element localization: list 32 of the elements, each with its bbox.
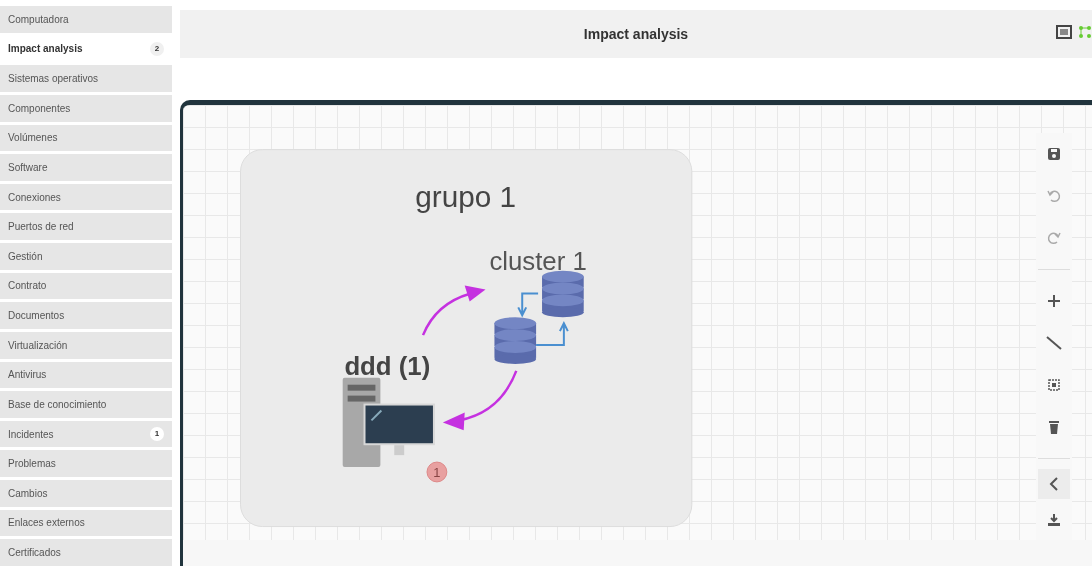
- database-icon[interactable]: [542, 270, 584, 318]
- cluster-label: cluster 1: [489, 246, 587, 275]
- count-badge: 2: [150, 41, 164, 56]
- sidebar-item[interactable]: Problemas: [0, 450, 172, 477]
- sidebar-item[interactable]: Documentos: [0, 302, 172, 329]
- group-container[interactable]: [240, 149, 693, 528]
- table-icon[interactable]: [1056, 24, 1072, 40]
- page-title: Impact analysis: [582, 24, 690, 44]
- sidebar-item[interactable]: Software: [0, 154, 172, 181]
- sidebar-item[interactable]: Contrato: [0, 272, 172, 300]
- sidebar-item[interactable]: Puertos de red: [0, 213, 172, 240]
- sidebar-item[interactable]: Volúmenes: [0, 124, 172, 152]
- group-label: grupo 1: [415, 180, 517, 214]
- sidebar-item[interactable]: Conexiones: [0, 183, 172, 211]
- sidebar-item[interactable]: Base de conocimiento: [0, 391, 172, 418]
- sidebar-item[interactable]: Antivirus: [0, 361, 172, 389]
- node-label: ddd (1): [344, 351, 431, 380]
- dependency-arrow: [421, 285, 486, 336]
- sidebar-item[interactable]: Sistemas operativos: [0, 65, 172, 92]
- sidebar-item[interactable]: Certificados: [0, 539, 172, 566]
- sidebar-item[interactable]: Incidentes 1: [0, 420, 172, 448]
- sidebar-item[interactable]: Virtualización: [0, 331, 172, 359]
- sidebar-item[interactable]: Computadora: [0, 6, 172, 33]
- database-icon[interactable]: [494, 317, 537, 364]
- replication-arrows-icon: [517, 292, 569, 346]
- sidebar-item[interactable]: Enlaces externos: [0, 509, 172, 537]
- sidebar-item[interactable]: Gestión: [0, 243, 172, 270]
- count-badge: 1: [150, 427, 164, 442]
- alert-badge: 1: [426, 461, 448, 483]
- sidebar-item[interactable]: Cambios: [0, 480, 172, 507]
- chevron-left-icon[interactable]: [1038, 469, 1070, 499]
- sidebar-item[interactable]: Componentes: [0, 94, 172, 122]
